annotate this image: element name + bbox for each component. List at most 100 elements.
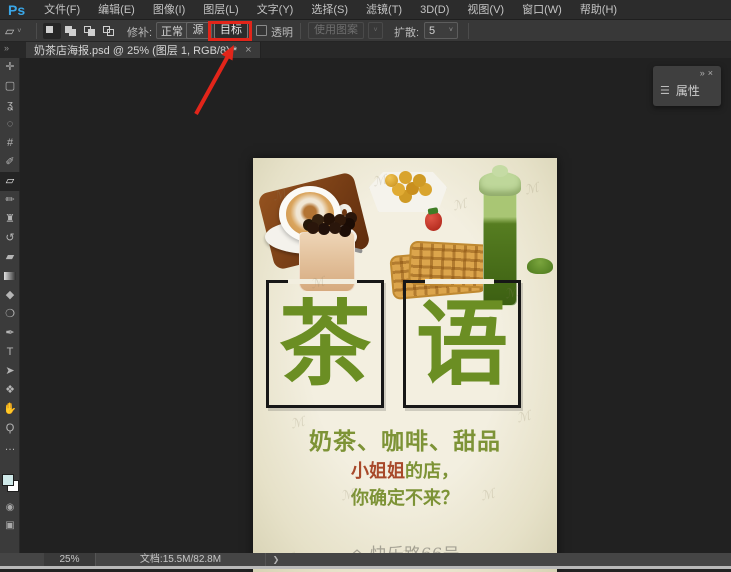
source-button[interactable]: 源 <box>186 22 210 39</box>
chevron-down-icon: ˅ <box>448 27 453 34</box>
watermark: ℳ <box>523 180 541 199</box>
panel-header: »× <box>700 68 716 78</box>
panel-collapse-icon[interactable]: » <box>700 68 708 78</box>
patch-mode-label: 修补: <box>127 27 153 39</box>
tool-preset-picker[interactable]: ▱ ˅ <box>5 22 35 40</box>
menu-item-2[interactable]: 编辑(E) <box>89 0 144 20</box>
document-info: 文档:15.5M/82.8M <box>96 553 266 566</box>
menu-item-7[interactable]: 滤镜(T) <box>357 0 411 20</box>
color-swatches <box>2 470 20 496</box>
quick-selection-tool[interactable]: ◌ <box>0 115 20 134</box>
menu-item-3[interactable]: 图像(I) <box>144 0 194 20</box>
type-tool[interactable]: T <box>0 343 20 362</box>
patch-mode-value: 正常 <box>161 25 183 38</box>
move-tool[interactable]: ✛ <box>0 58 20 77</box>
clone-stamp-tool-icon: ♜ <box>5 213 15 225</box>
intersect-selection-icon <box>107 29 114 36</box>
crop-tool[interactable]: # <box>0 134 20 153</box>
subtract-selection-button[interactable] <box>81 23 99 39</box>
hand-tool[interactable]: ✋ <box>0 400 20 419</box>
patch-tool[interactable]: ▱ <box>0 172 20 191</box>
pen-tool[interactable]: ✒ <box>0 324 20 343</box>
intersect-selection-button[interactable] <box>100 23 118 39</box>
poster-title-char-left: 茶 <box>278 290 371 398</box>
gradient-tool[interactable] <box>0 267 20 286</box>
separator <box>300 23 301 39</box>
separator <box>36 23 37 39</box>
destination-button[interactable]: 目标 <box>214 22 248 39</box>
edit-toolbar-icon: … <box>4 441 16 453</box>
foreground-color-swatch[interactable] <box>2 474 14 486</box>
eraser-tool-icon: ▰ <box>5 251 15 263</box>
document-tab-title: 奶茶店海报.psd @ 25% (图层 1, RGB/8) * <box>34 45 238 57</box>
shape-tool-icon: ❖ <box>5 384 15 396</box>
blur-tool-icon: ◆ <box>5 289 15 301</box>
menu-items: 文件(F) 编辑(E) 图像(I) 图层(L) 文字(Y) 选择(S) 滤镜(T) 3D(D)… <box>35 0 626 20</box>
diffusion-dropdown[interactable]: 5 ˅ <box>424 22 458 39</box>
eyedropper-tool[interactable]: ✐ <box>0 153 20 172</box>
zoom-level-field[interactable]: 25% <box>44 553 96 566</box>
new-selection-icon <box>46 26 53 33</box>
close-tab-icon[interactable]: × <box>245 44 251 56</box>
add-selection-button[interactable] <box>62 23 80 39</box>
menu-item-11[interactable]: 帮助(H) <box>571 0 626 20</box>
properties-panel-tab[interactable]: ☰ 属性 <box>660 82 700 99</box>
edit-toolbar[interactable]: … <box>0 438 20 457</box>
pen-tool-icon: ✒ <box>5 327 15 339</box>
menu-item-1[interactable]: 文件(F) <box>35 0 89 20</box>
properties-panel[interactable]: »× ☰ 属性 <box>653 66 721 106</box>
patch-tool-preset-icon: ▱ <box>5 24 15 38</box>
menu-item-10[interactable]: 窗口(W) <box>513 0 571 20</box>
canvas-area[interactable]: 茶 语 奶茶、咖啡、甜品 小姐姐的店， 你确定不来？ ⌂快乐路66号 ℳℳℳℳℳ… <box>20 58 731 572</box>
poster-tagline-2: 你确定不来？ <box>351 488 459 508</box>
eyedropper-tool-icon: ✐ <box>5 156 15 168</box>
lasso-tool-icon: ʓ <box>7 99 13 111</box>
crop-tool-icon: # <box>6 137 14 149</box>
menu-item-9[interactable]: 视图(V) <box>458 0 513 20</box>
dodge-tool[interactable]: ❍ <box>0 305 20 324</box>
properties-icon: ☰ <box>660 85 670 97</box>
poster-tagline-accent: 小姐姐 <box>351 461 405 481</box>
strawberry <box>425 212 442 231</box>
poster-document[interactable]: 茶 语 奶茶、咖啡、甜品 小姐姐的店， 你确定不来？ ⌂快乐路66号 ℳℳℳℳℳ… <box>253 158 557 572</box>
title-frame-right: 语 <box>403 279 521 408</box>
zoom-tool[interactable]: Ϙ <box>0 419 20 438</box>
menu-item-5[interactable]: 文字(Y) <box>248 0 303 20</box>
status-bar: 25% 文档:15.5M/82.8M ❯ <box>0 553 731 566</box>
matcha-cream <box>479 165 521 196</box>
diffusion-value: 5 <box>429 24 436 37</box>
blur-tool[interactable]: ◆ <box>0 286 20 305</box>
history-brush-tool-icon: ↺ <box>5 232 15 244</box>
tapioca-pearls <box>307 222 319 234</box>
separator <box>468 23 469 39</box>
brush-tool-icon: ✏ <box>5 194 15 206</box>
new-selection-button[interactable] <box>43 23 61 39</box>
poster-tagline-1: 小姐姐的店， <box>253 457 557 483</box>
lasso-tool[interactable]: ʓ <box>0 96 20 115</box>
status-chevron-icon[interactable]: ❯ <box>266 555 286 564</box>
quick-mask-button[interactable]: ◉ <box>0 500 20 516</box>
document-tab[interactable]: 奶茶店海报.psd @ 25% (图层 1, RGB/8) * × <box>26 42 261 58</box>
marquee-tool[interactable]: ▢ <box>0 77 20 96</box>
use-pattern-button: 使用图案 <box>308 22 364 39</box>
zoom-tool-icon: Ϙ <box>5 422 15 434</box>
clone-stamp-tool[interactable]: ♜ <box>0 210 20 229</box>
screen-mode-button[interactable]: ▣ <box>0 518 20 534</box>
transparent-label: 透明 <box>271 27 293 39</box>
dodge-tool-icon: ❍ <box>5 308 15 320</box>
transparent-checkbox[interactable] <box>256 25 267 36</box>
history-brush-tool[interactable]: ↺ <box>0 229 20 248</box>
toolbar-collapse-icon[interactable]: » <box>4 43 9 53</box>
shape-tool[interactable]: ❖ <box>0 381 20 400</box>
gradient-icon <box>4 272 16 280</box>
eraser-tool[interactable]: ▰ <box>0 248 20 267</box>
menu-item-4[interactable]: 图层(L) <box>194 0 247 20</box>
brush-tool[interactable]: ✏ <box>0 191 20 210</box>
type-tool-icon: T <box>6 346 14 358</box>
panel-close-icon[interactable]: × <box>708 68 716 78</box>
path-selection-tool[interactable]: ➤ <box>0 362 20 381</box>
move-tool-icon: ✛ <box>5 61 15 73</box>
menu-item-8[interactable]: 3D(D) <box>411 0 458 20</box>
menu-item-6[interactable]: 选择(S) <box>302 0 357 20</box>
quick-selection-tool-icon: ◌ <box>6 118 14 130</box>
